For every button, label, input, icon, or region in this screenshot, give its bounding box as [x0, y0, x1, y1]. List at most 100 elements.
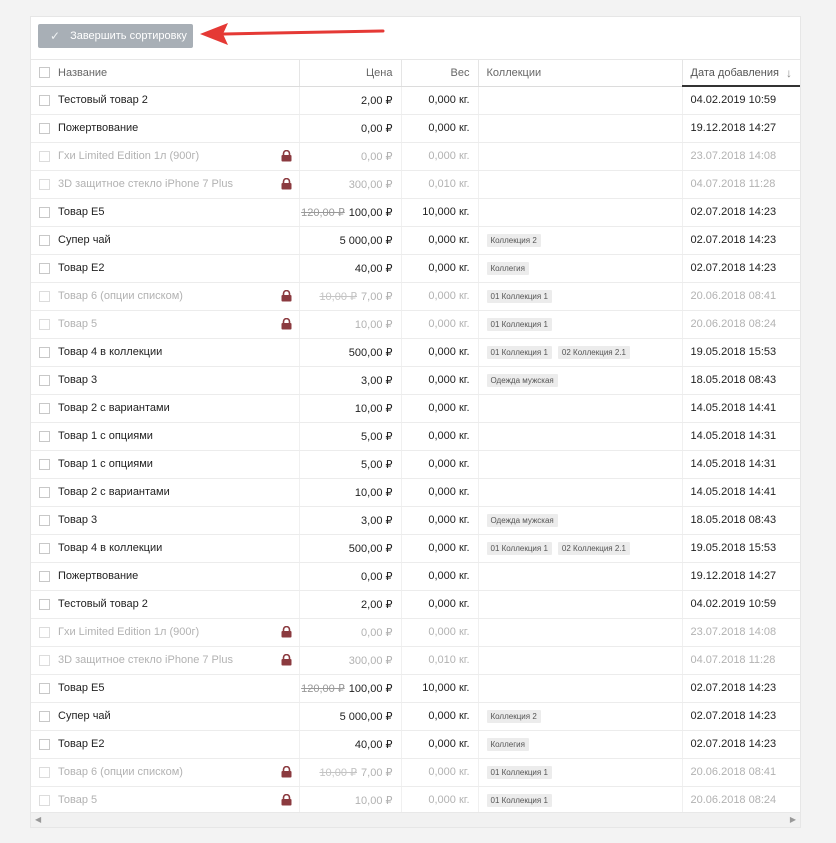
row-checkbox[interactable]	[39, 794, 50, 806]
cell-name: Товар 6 (опции списком)	[31, 282, 300, 311]
column-header-name[interactable]: Название	[31, 60, 300, 87]
table-row[interactable]: Товар 2 с вариантами 10,00 ₽ 0,000 кг. 1…	[31, 478, 800, 507]
row-checkbox[interactable]	[39, 318, 50, 330]
cell-price: 3,00 ₽	[299, 366, 402, 395]
row-checkbox[interactable]	[39, 178, 50, 190]
row-checkbox[interactable]	[39, 654, 50, 666]
row-checkbox[interactable]	[39, 430, 50, 442]
row-checkbox[interactable]	[39, 346, 50, 358]
product-name[interactable]: Товар 6 (опции списком)	[58, 290, 299, 302]
cell-price: 0,00 ₽	[299, 142, 402, 171]
cell-price: 120,00 ₽100,00 ₽	[299, 674, 402, 703]
table-row[interactable]: Товар 5 10,00 ₽ 0,000 кг. 01 Коллекция 1…	[31, 310, 800, 339]
table-row[interactable]: Гхи Limited Edition 1л (900г) 0,00 ₽ 0,0…	[31, 618, 800, 647]
row-checkbox[interactable]	[39, 486, 50, 498]
horizontal-scrollbar[interactable]: ◀ ▶	[31, 812, 800, 827]
row-checkbox[interactable]	[39, 738, 50, 750]
table-row[interactable]: Товар 3 3,00 ₽ 0,000 кг. Одежда мужская …	[31, 506, 800, 535]
table-row[interactable]: Товар 1 с опциями 5,00 ₽ 0,000 кг. 14.05…	[31, 450, 800, 479]
row-checkbox[interactable]	[39, 402, 50, 414]
table-row[interactable]: Пожертвование 0,00 ₽ 0,000 кг. 19.12.201…	[31, 114, 800, 143]
table-row[interactable]: Товар 3 3,00 ₽ 0,000 кг. Одежда мужская …	[31, 366, 800, 395]
product-name[interactable]: Товар 3	[58, 374, 299, 386]
row-checkbox[interactable]	[39, 150, 50, 162]
column-header-weight[interactable]: Вес	[401, 60, 479, 87]
table-row[interactable]: Товар 4 в коллекции 500,00 ₽ 0,000 кг. 0…	[31, 534, 800, 563]
row-checkbox[interactable]	[39, 626, 50, 638]
table-row[interactable]: Товар Е2 40,00 ₽ 0,000 кг. Коллегия 02.0…	[31, 254, 800, 283]
table-row[interactable]: 3D защитное стекло iPhone 7 Plus 300,00 …	[31, 170, 800, 199]
table-row[interactable]: Тестовый товар 2 2,00 ₽ 0,000 кг. 04.02.…	[31, 86, 800, 115]
product-name[interactable]: Товар Е5	[58, 682, 299, 694]
table-row[interactable]: 3D защитное стекло iPhone 7 Plus 300,00 …	[31, 646, 800, 675]
product-name[interactable]: Товар Е2	[58, 738, 299, 750]
table-row[interactable]: Товар Е5 120,00 ₽100,00 ₽ 10,000 кг. 02.…	[31, 674, 800, 703]
price-value: 40,00 ₽	[354, 738, 393, 751]
row-checkbox[interactable]	[39, 682, 50, 694]
row-checkbox[interactable]	[39, 598, 50, 610]
row-checkbox[interactable]	[39, 206, 50, 218]
product-name[interactable]: Пожертвование	[58, 122, 299, 134]
arrow-down-icon[interactable]: ↓	[786, 66, 792, 80]
row-checkbox[interactable]	[39, 234, 50, 246]
table-row[interactable]: Супер чай 5 000,00 ₽ 0,000 кг. Коллекция…	[31, 226, 800, 255]
product-name[interactable]: 3D защитное стекло iPhone 7 Plus	[58, 178, 299, 190]
product-name[interactable]: Тестовый товар 2	[58, 94, 299, 106]
table-row[interactable]: Товар 1 с опциями 5,00 ₽ 0,000 кг. 14.05…	[31, 422, 800, 451]
product-name[interactable]: Товар 4 в коллекции	[58, 542, 299, 554]
table-row[interactable]: Пожертвование 0,00 ₽ 0,000 кг. 19.12.201…	[31, 562, 800, 591]
row-checkbox[interactable]	[39, 514, 50, 526]
table-row[interactable]: Тестовый товар 2 2,00 ₽ 0,000 кг. 04.02.…	[31, 590, 800, 619]
product-name[interactable]: Гхи Limited Edition 1л (900г)	[58, 626, 299, 638]
table-row[interactable]: Товар 4 в коллекции 500,00 ₽ 0,000 кг. 0…	[31, 338, 800, 367]
product-name[interactable]: Товар 3	[58, 514, 299, 526]
column-header-collections[interactable]: Коллекции	[478, 60, 683, 87]
product-name[interactable]: Супер чай	[58, 234, 299, 246]
product-name[interactable]: Товар 5	[58, 318, 299, 330]
table-row[interactable]: Товар 6 (опции списком) 10,00 ₽7,00 ₽ 0,…	[31, 758, 800, 787]
row-checkbox[interactable]	[39, 458, 50, 470]
price-value: 500,00 ₽	[348, 542, 393, 555]
product-name[interactable]: Товар 1 с опциями	[58, 458, 299, 470]
row-checkbox[interactable]	[39, 290, 50, 302]
row-checkbox[interactable]	[39, 374, 50, 386]
product-name[interactable]: Пожертвование	[58, 570, 299, 582]
price-value: 5,00 ₽	[361, 430, 393, 443]
product-name[interactable]: Товар Е5	[58, 206, 299, 218]
column-header-date[interactable]: Дата добавления ↓	[682, 60, 800, 87]
cell-weight: 0,000 кг.	[401, 282, 479, 311]
row-checkbox[interactable]	[39, 542, 50, 554]
cell-collections	[478, 562, 683, 591]
product-name[interactable]: Товар 1 с опциями	[58, 430, 299, 442]
product-name[interactable]: Товар 5	[58, 794, 299, 806]
product-name[interactable]: 3D защитное стекло iPhone 7 Plus	[58, 654, 299, 666]
finish-sorting-button[interactable]: ✓ Завершить сортировку	[38, 24, 193, 48]
product-name[interactable]: Гхи Limited Edition 1л (900г)	[58, 150, 299, 162]
select-all-checkbox[interactable]	[39, 67, 50, 79]
row-checkbox[interactable]	[39, 94, 50, 106]
table-row[interactable]: Гхи Limited Edition 1л (900г) 0,00 ₽ 0,0…	[31, 142, 800, 171]
row-checkbox[interactable]	[39, 122, 50, 134]
product-name[interactable]: Товар 4 в коллекции	[58, 346, 299, 358]
table-row[interactable]: Супер чай 5 000,00 ₽ 0,000 кг. Коллекция…	[31, 702, 800, 731]
row-checkbox[interactable]	[39, 766, 50, 778]
product-name[interactable]: Товар 2 с вариантами	[58, 402, 299, 414]
cell-weight: 0,000 кг.	[401, 310, 479, 339]
product-name[interactable]: Товар Е2	[58, 262, 299, 274]
column-header-price[interactable]: Цена	[299, 60, 402, 87]
check-icon: ✓	[50, 29, 61, 43]
product-name[interactable]: Тестовый товар 2	[58, 598, 299, 610]
scroll-right-icon[interactable]: ▶	[790, 815, 796, 824]
scroll-left-icon[interactable]: ◀	[35, 815, 41, 824]
table-row[interactable]: Товар Е2 40,00 ₽ 0,000 кг. Коллегия 02.0…	[31, 730, 800, 759]
row-checkbox[interactable]	[39, 262, 50, 274]
row-checkbox[interactable]	[39, 710, 50, 722]
table-row[interactable]: Товар Е5 120,00 ₽100,00 ₽ 10,000 кг. 02.…	[31, 198, 800, 227]
table-row[interactable]: Товар 5 10,00 ₽ 0,000 кг. 01 Коллекция 1…	[31, 786, 800, 815]
row-checkbox[interactable]	[39, 570, 50, 582]
product-name[interactable]: Товар 6 (опции списком)	[58, 766, 299, 778]
product-name[interactable]: Товар 2 с вариантами	[58, 486, 299, 498]
product-name[interactable]: Супер чай	[58, 710, 299, 722]
table-row[interactable]: Товар 2 с вариантами 10,00 ₽ 0,000 кг. 1…	[31, 394, 800, 423]
table-row[interactable]: Товар 6 (опции списком) 10,00 ₽7,00 ₽ 0,…	[31, 282, 800, 311]
